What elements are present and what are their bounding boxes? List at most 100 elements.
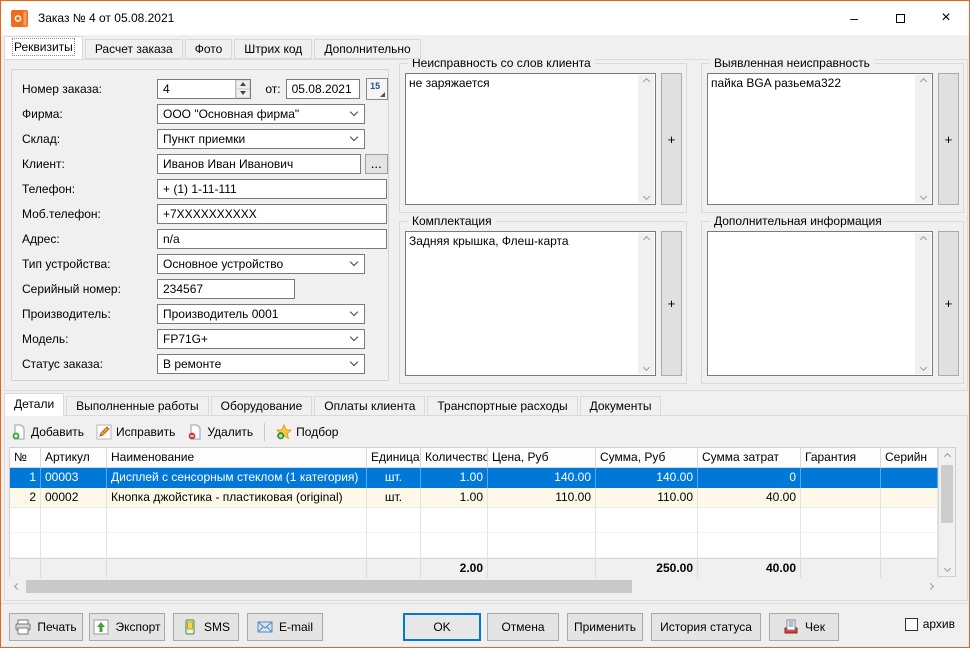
ellipsis-icon: ... (370, 155, 382, 171)
status-history-button[interactable]: История статуса (651, 613, 761, 641)
panel-title: Дополнительная информация (710, 214, 886, 228)
tab-raschet-zakaza[interactable]: Расчет заказа (84, 39, 183, 59)
add-equipment-button[interactable]: + (661, 231, 682, 376)
device-type-select[interactable]: Основное устройство (157, 253, 365, 274)
phone-icon (182, 619, 198, 635)
close-button[interactable]: × (923, 1, 969, 35)
plus-icon: + (667, 296, 676, 311)
additional-info-textarea[interactable] (707, 231, 933, 376)
panel-title: Выявленная неисправность (710, 56, 874, 70)
delete-row-button[interactable]: Удалить (181, 421, 259, 443)
add-document-icon (11, 424, 27, 440)
found-fault-textarea[interactable]: пайка BGA разьема322 (707, 73, 933, 205)
calendar-button[interactable]: 15 (366, 77, 388, 100)
manufacturer-select[interactable]: Производитель 0001 (157, 303, 365, 324)
receipt-button[interactable]: Чек (769, 613, 839, 641)
scroll-left-icon (13, 582, 22, 591)
add-complaint-button[interactable]: + (661, 73, 682, 205)
table-horizontal-scrollbar[interactable] (9, 578, 939, 595)
window-controls: – × (831, 1, 969, 35)
status-select[interactable]: В ремонте (157, 353, 365, 374)
spin-down-button[interactable] (236, 88, 251, 98)
plus-icon: + (944, 131, 953, 147)
email-button[interactable]: E-mail (247, 613, 323, 641)
print-button[interactable]: Печать (9, 613, 83, 641)
pencil-icon (96, 424, 112, 440)
export-button[interactable]: Экспорт (89, 613, 165, 641)
scroll-left-button[interactable] (9, 578, 26, 595)
spin-up-button[interactable] (236, 79, 251, 89)
tab-dopolnitelno[interactable]: Дополнительно (314, 39, 421, 59)
chevron-down-icon (349, 332, 359, 342)
client-browse-button[interactable]: ... (364, 153, 388, 174)
chevron-down-icon (349, 357, 359, 367)
panel-equipment-set: Комплектация Задняя крышка, Флеш-карта + (399, 214, 687, 384)
tab-dokumenty[interactable]: Документы (579, 396, 662, 416)
envelope-icon (257, 619, 273, 635)
warehouse-label: Склад: (22, 131, 61, 146)
apply-button[interactable]: Применить (567, 613, 643, 641)
add-info-button[interactable]: + (938, 231, 959, 376)
tab-oplaty-klienta[interactable]: Оплаты клиента (314, 396, 426, 416)
textarea-scrollbar[interactable] (915, 75, 931, 203)
scroll-down-button[interactable] (939, 560, 955, 576)
ok-button[interactable]: OK (403, 613, 481, 641)
add-row-button[interactable]: Добавить (5, 421, 90, 443)
order-date-input[interactable]: 05.08.2021 (285, 78, 361, 99)
export-icon (93, 619, 109, 635)
phone-input[interactable]: + (1) 1-11-111 (157, 178, 387, 199)
scroll-up-icon (919, 77, 927, 86)
client-input[interactable]: Иванов Иван Иванович (157, 153, 361, 174)
table-empty-rows (10, 508, 938, 558)
select-parts-button[interactable]: Подбор (270, 421, 344, 443)
address-input[interactable]: n/a (157, 228, 387, 249)
equipment-set-textarea[interactable]: Задняя крышка, Флеш-карта (405, 231, 656, 376)
scroll-up-icon (642, 77, 650, 86)
scroll-down-icon (943, 564, 951, 572)
tab-transportnye-rashody[interactable]: Транспортные расходы (427, 396, 578, 416)
printer-icon (15, 619, 31, 635)
scroll-up-icon (919, 235, 927, 244)
tab-detali[interactable]: Детали (4, 393, 65, 416)
scrollbar-thumb[interactable] (26, 580, 632, 593)
minimize-button[interactable]: – (831, 1, 877, 35)
archive-label: архив (922, 617, 955, 631)
panel-found-fault: Выявленная неисправность пайка BGA разье… (701, 56, 964, 213)
add-fault-button[interactable]: + (938, 73, 959, 205)
table-totals-row: 2.00 250.00 40.00 (10, 558, 938, 578)
firm-select[interactable]: ООО "Основная фирма" (157, 103, 365, 124)
tab-vypolnennye-raboty[interactable]: Выполненные работы (66, 396, 209, 416)
archive-checkbox[interactable] (904, 617, 918, 631)
client-complaint-textarea[interactable]: не заряжается (405, 73, 656, 205)
textarea-scrollbar[interactable] (638, 75, 654, 203)
warehouse-select[interactable]: Пункт приемки (157, 128, 365, 149)
textarea-scrollbar[interactable] (915, 233, 931, 374)
detail-tabstrip: Детали Выполненные работы Оборудование О… (4, 393, 663, 416)
scrollbar-thumb[interactable] (941, 465, 953, 523)
sms-button[interactable]: SMS (173, 613, 239, 641)
app-icon (11, 9, 28, 27)
cancel-button[interactable]: Отмена (487, 613, 559, 641)
plus-icon: + (944, 296, 953, 311)
tab-oborudovanie[interactable]: Оборудование (210, 396, 313, 416)
serial-input[interactable]: 234567 (157, 278, 295, 299)
table-vertical-scrollbar[interactable] (938, 448, 955, 576)
model-select[interactable]: FP71G+ (157, 328, 365, 349)
tab-rekvizity[interactable]: Реквизиты (4, 36, 83, 59)
minimize-icon: – (850, 10, 858, 26)
chevron-down-icon (349, 257, 359, 267)
maximize-button[interactable] (877, 1, 923, 35)
scroll-right-icon (926, 582, 935, 591)
chevron-down-icon (349, 107, 359, 117)
table-row[interactable]: 1 00003 Дисплей с сенсорным стеклом (1 к… (10, 468, 938, 488)
textarea-scrollbar[interactable] (638, 233, 654, 374)
scroll-up-button[interactable] (939, 448, 955, 464)
edit-row-button[interactable]: Исправить (90, 421, 181, 443)
tab-shtrih-kod[interactable]: Штрих код (234, 39, 313, 59)
mobile-input[interactable]: +7XXXXXXXXXX (157, 203, 387, 224)
order-number-input[interactable]: 4 (157, 78, 252, 99)
scroll-right-button[interactable] (922, 578, 939, 595)
order-date-label: от: (265, 81, 281, 96)
tab-foto[interactable]: Фото (184, 39, 233, 59)
table-row[interactable]: 2 00002 Кнопка джойстика - пластиковая (… (10, 488, 938, 508)
